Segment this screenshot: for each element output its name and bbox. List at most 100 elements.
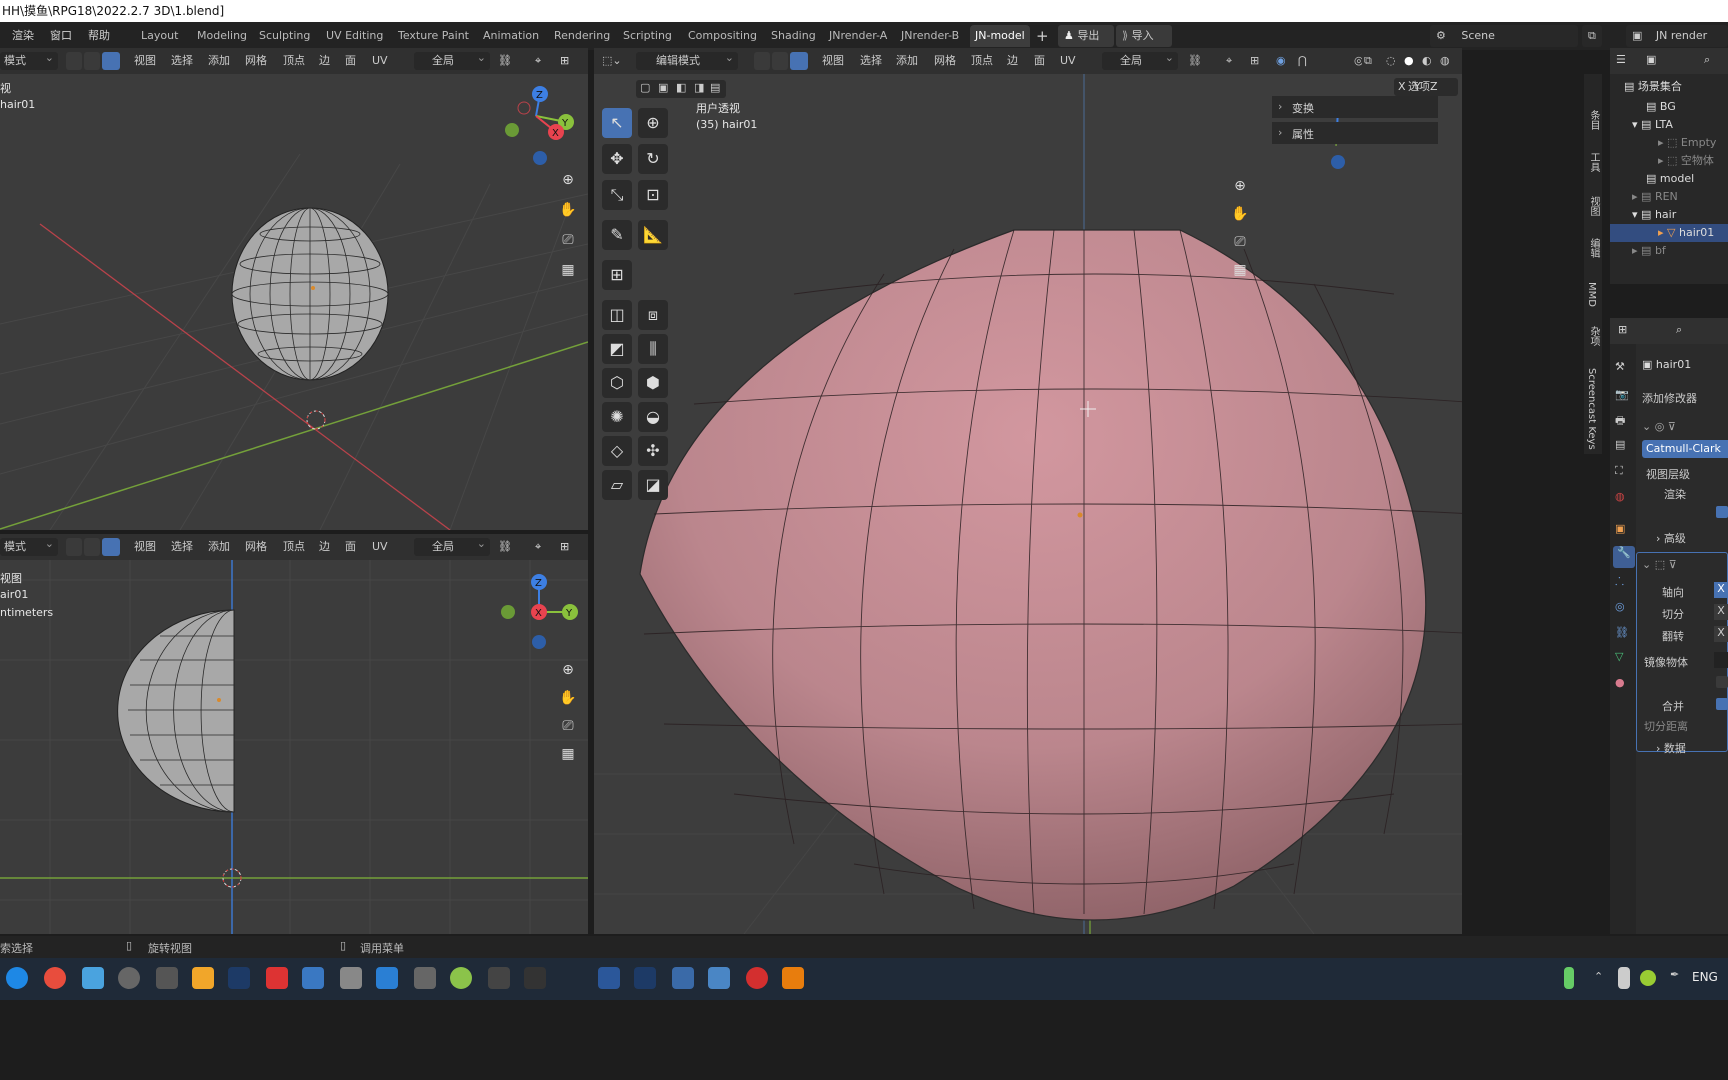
mesh-data-icon[interactable]: ▽ [1615, 650, 1623, 663]
properties-panel-header[interactable]: › 属性 [1272, 122, 1438, 144]
chevron-up-icon[interactable]: ⌃ [1594, 970, 1603, 983]
face-select-button[interactable] [790, 52, 808, 70]
app-tray-icon[interactable] [1640, 970, 1656, 986]
search-icon[interactable]: ⌕ [1676, 323, 1682, 337]
object-icon[interactable]: ▣ [1615, 522, 1625, 535]
mirror-u-checkbox[interactable] [1716, 676, 1728, 688]
menu-view[interactable]: 视图 [134, 534, 156, 560]
outliner-item-ren[interactable]: ▸ ▤ REN [1632, 188, 1728, 206]
axis-x-toggle[interactable]: X [1398, 80, 1406, 93]
mode-dropdown[interactable]: 模式 [0, 535, 58, 556]
outliner-editor-icon[interactable]: ☰ [1616, 53, 1626, 66]
export-button[interactable]: ♟ 导出 [1058, 25, 1114, 47]
outliner-item-hair[interactable]: ▾ ▤ hair [1632, 206, 1728, 224]
sidebar-tab-item[interactable]: 条目 [1586, 110, 1601, 130]
zoom-icon[interactable]: ⊕ [556, 658, 580, 682]
bisect-x-button[interactable]: X [1714, 604, 1728, 620]
menu-uv[interactable]: UV [372, 534, 388, 560]
menu-add[interactable]: 添加 [208, 48, 230, 74]
tab-animation[interactable]: Animation [478, 25, 544, 47]
add-cube-tool[interactable]: ⊞ [602, 260, 632, 290]
outliner-item-model[interactable]: ▤ model [1646, 170, 1728, 188]
orientation-dropdown[interactable]: 全局 [1102, 49, 1178, 70]
outliner-item-bg[interactable]: ▤ BG [1646, 98, 1728, 116]
solid-shading-icon[interactable]: ● [1404, 48, 1414, 74]
outliner-root[interactable]: ▤ 场景集合 [1624, 78, 1728, 96]
app-icon[interactable] [376, 967, 398, 989]
new-scene-button[interactable]: ⧉ [1582, 25, 1602, 47]
tab-uv-editing[interactable]: UV Editing [321, 25, 388, 47]
menu-window[interactable]: 窗口 [50, 22, 72, 50]
proportional-edit-icon[interactable]: ◉ [1276, 48, 1286, 74]
input-language[interactable]: ENG [1692, 970, 1718, 984]
select-invert-icon[interactable]: ◨ [694, 81, 704, 94]
select-intersect-icon[interactable]: ▤ [710, 81, 720, 94]
add-workspace-button[interactable]: + [1036, 22, 1049, 50]
modifier-wrench-icon[interactable]: 🔧 [1613, 546, 1635, 568]
mode-dropdown[interactable]: 编辑模式 [636, 49, 738, 70]
tab-jn-model[interactable]: JN-model [970, 25, 1030, 47]
tab-jnrender-a[interactable]: JNrender-A [824, 25, 892, 47]
tab-texture-paint[interactable]: Texture Paint [393, 25, 474, 47]
view-layer-icon[interactable]: ▤ [1615, 438, 1625, 451]
constraints-icon[interactable]: ⛓ [1615, 626, 1629, 639]
photoshop-icon[interactable] [634, 967, 656, 989]
poly-build-tool[interactable]: ⬢ [638, 368, 668, 398]
knife-tool[interactable]: ⬡ [602, 368, 632, 398]
smooth-tool[interactable]: ◒ [638, 402, 668, 432]
menu-view[interactable]: 视图 [822, 48, 844, 74]
scale-tool[interactable]: ⤡ [602, 180, 632, 210]
app-icon[interactable] [302, 967, 324, 989]
transform-panel-header[interactable]: › 变换 [1272, 96, 1438, 118]
flip-x-button[interactable]: X [1714, 626, 1728, 642]
app-icon[interactable] [672, 967, 694, 989]
vertex-select-button[interactable] [754, 52, 770, 70]
zoom-icon[interactable]: ⊕ [1228, 174, 1252, 198]
physics-icon[interactable]: ◎ [1615, 600, 1625, 613]
menu-uv[interactable]: UV [372, 48, 388, 74]
outliner-item-empty[interactable]: ▸ ⬚ Empty [1658, 134, 1728, 152]
menu-add[interactable]: 添加 [896, 48, 918, 74]
axis-x-button[interactable]: X [1714, 582, 1728, 598]
snap-options-icon[interactable]: ⊞ [560, 534, 569, 560]
app-icon[interactable] [266, 967, 288, 989]
editor-type-icon[interactable]: ⬚⌄ [602, 48, 622, 74]
falloff-icon[interactable]: ⋂ [1298, 48, 1307, 74]
menu-mesh[interactable]: 网格 [245, 48, 267, 74]
add-modifier-button[interactable]: 添加修改器 [1642, 390, 1697, 406]
sidebar-tab-edit[interactable]: 编辑 [1586, 238, 1601, 258]
pan-hand-icon[interactable]: ✋ [556, 198, 580, 222]
tool-settings-icon[interactable]: ⚒ [1615, 360, 1625, 373]
menu-render[interactable]: 渲染 [12, 22, 34, 50]
menu-select[interactable]: 选择 [171, 534, 193, 560]
annotate-tool[interactable]: ✎ [602, 220, 632, 250]
menu-vertex[interactable]: 顶点 [283, 48, 305, 74]
menu-face[interactable]: 面 [1034, 48, 1045, 74]
particles-icon[interactable]: ⸫ [1615, 574, 1624, 589]
snap-icon[interactable]: ⌖ [1226, 48, 1232, 74]
shrink-fatten-tool[interactable]: ✣ [638, 436, 668, 466]
menu-help[interactable]: 帮助 [88, 22, 110, 50]
tab-shading[interactable]: Shading [766, 25, 821, 47]
snap-icon[interactable]: ⌖ [535, 48, 541, 74]
render-icon[interactable]: 📷 [1615, 388, 1629, 401]
properties-editor-icon[interactable]: ⊞ [1618, 323, 1627, 336]
sidebar-tab-screencast-keys[interactable]: Screencast Keys [1586, 368, 1597, 450]
menu-edge[interactable]: 边 [319, 48, 330, 74]
mirror-object-field[interactable] [1714, 652, 1728, 668]
transform-tool[interactable]: ⊡ [638, 180, 668, 210]
word-icon[interactable] [598, 967, 620, 989]
face-select-button[interactable] [102, 52, 120, 70]
shear-tool[interactable]: ▱ [602, 470, 632, 500]
pen-icon[interactable]: ✒ [1670, 968, 1679, 981]
grid-icon[interactable]: ▦ [1228, 258, 1252, 282]
app-icon[interactable] [414, 967, 436, 989]
axis-gizmo[interactable]: Z Y X [505, 86, 574, 165]
move-tool[interactable]: ✥ [602, 144, 632, 174]
menu-vertex[interactable]: 顶点 [971, 48, 993, 74]
rendered-shading-icon[interactable]: ◍ [1440, 48, 1450, 74]
edge-select-button[interactable] [84, 52, 100, 70]
tab-modeling[interactable]: Modeling [192, 25, 252, 47]
tab-layout[interactable]: Layout [136, 25, 183, 47]
main-viewport[interactable]: Z X Y ▢ ▣ ◧ ◨ ▤ ↖ ⊕ ✥ ↻ ⤡ ⊡ ✎ 📐 ⊞ ◫ ⧈ ◩ … [594, 74, 1462, 934]
